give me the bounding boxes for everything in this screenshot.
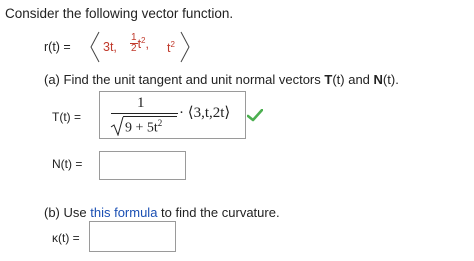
left-angle-bracket — [90, 31, 100, 63]
T-answer-box[interactable]: 1 9 + 5t2 · ⟨3,t,2t⟩ — [99, 91, 246, 139]
formula-link[interactable]: this formula — [90, 205, 157, 220]
N-label: N(t) = — [52, 157, 83, 171]
right-angle-bracket — [180, 31, 190, 63]
r-component-1: 3t, — [103, 40, 117, 54]
part-a-N: N — [373, 72, 383, 87]
part-a-prompt: (a) Find the unit tangent and unit norma… — [44, 72, 399, 87]
T-den-text: 9 + 5t — [125, 120, 158, 136]
fraction-bar — [111, 113, 178, 114]
r-component-2: 1 2 t2, — [130, 32, 149, 54]
part-b-prefix: (b) Use — [44, 205, 91, 220]
T-numerator: 1 — [137, 95, 145, 111]
r-component-3: t2 — [167, 40, 175, 55]
T-label: T(t) = — [52, 110, 81, 124]
part-a-mid1: (t) and — [332, 72, 374, 87]
part-b-suffix: to find the curvature. — [157, 205, 280, 220]
kappa-input[interactable] — [89, 221, 176, 252]
r-comp3-exp: 2 — [170, 40, 175, 49]
part-b-prompt: (b) Use this formula to find the curvatu… — [44, 205, 280, 220]
sqrt-sign — [110, 116, 124, 136]
frac-denominator: 2 — [131, 43, 137, 54]
kappa-label: κ(t) = — [52, 231, 80, 245]
r-label: r(t) = — [44, 40, 71, 54]
T-vector: · ⟨3,t,2t⟩ — [179, 105, 231, 121]
part-a-prefix: (a) Find the unit tangent and unit norma… — [44, 72, 325, 87]
sqrt-bar — [123, 116, 177, 117]
T-denominator: 9 + 5t2 — [125, 118, 162, 137]
problem-intro: Consider the following vector function. — [5, 6, 234, 21]
checkmark-icon — [247, 109, 263, 122]
r-comp2-exp: 2 — [141, 35, 146, 45]
part-a-mid2: (t). — [382, 72, 399, 87]
T-den-exp: 2 — [157, 118, 163, 128]
N-input[interactable] — [99, 151, 186, 180]
